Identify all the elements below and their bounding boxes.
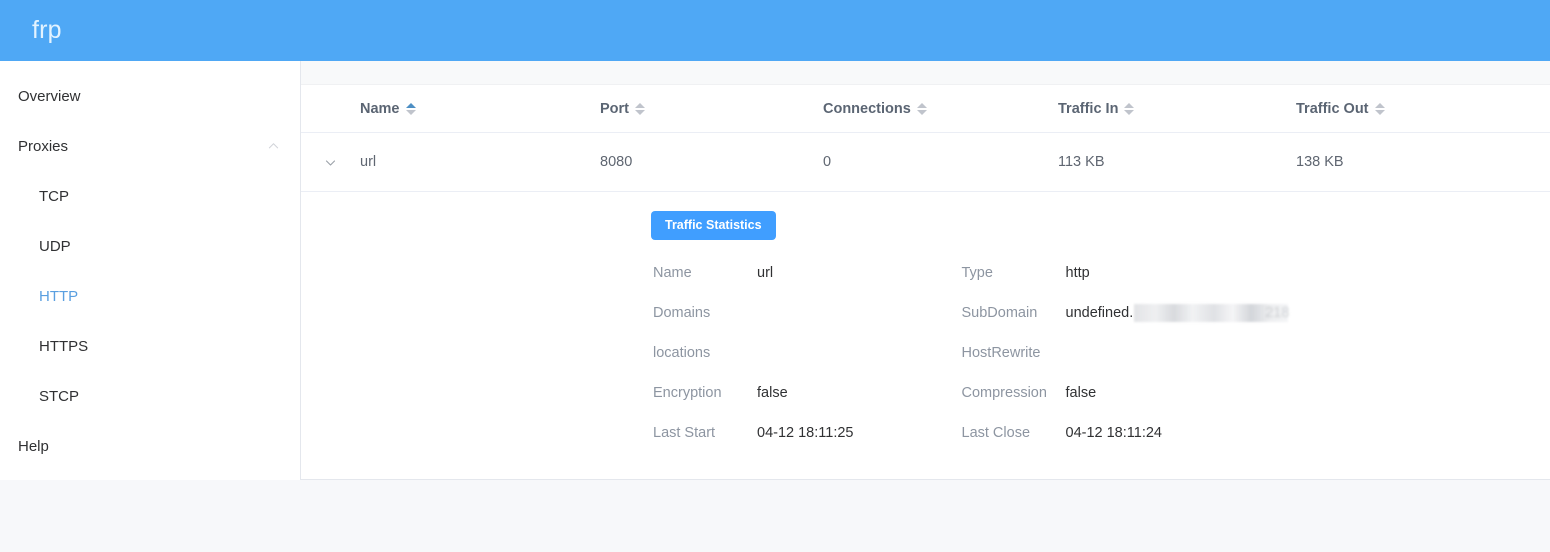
detail-field-subdomain: SubDomain undefined. 218 bbox=[962, 293, 1550, 333]
field-label: Last Start bbox=[653, 425, 716, 441]
sidebar-item-tcp[interactable]: TCP bbox=[0, 171, 300, 221]
sidebar-item-overview[interactable]: Overview bbox=[0, 71, 300, 121]
table-header-port[interactable]: Port bbox=[600, 101, 823, 117]
field-label: HostRewrite bbox=[961, 345, 1041, 361]
main-content: Name Port Connections Traffic In Traffic bbox=[301, 61, 1550, 480]
chevron-down-icon[interactable] bbox=[323, 154, 339, 170]
sidebar-item-label: Proxies bbox=[18, 137, 69, 155]
detail-field-hostrewrite: HostRewrite bbox=[962, 333, 1550, 373]
table-header-traffic-out[interactable]: Traffic Out bbox=[1296, 101, 1546, 117]
field-label: Last Close bbox=[961, 425, 1031, 441]
cell-port: 8080 bbox=[600, 154, 633, 170]
sidebar-item-label: HTTPS bbox=[39, 337, 89, 355]
sidebar-item-udp[interactable]: UDP bbox=[0, 221, 300, 271]
cell-name: url bbox=[360, 154, 377, 170]
sidebar-item-label: STCP bbox=[39, 387, 80, 405]
field-label: Name bbox=[653, 265, 692, 281]
detail-field-compression: Compression false bbox=[962, 373, 1550, 413]
table-header-traffic-in[interactable]: Traffic In bbox=[1058, 101, 1296, 117]
sort-caret-icon[interactable] bbox=[635, 102, 645, 115]
sort-caret-icon[interactable] bbox=[916, 102, 927, 115]
column-label: Name bbox=[360, 100, 400, 117]
table-row[interactable]: url 8080 0 113 KB 138 KB bbox=[301, 133, 1550, 192]
sidebar-item-label: Help bbox=[18, 437, 49, 455]
cell-traffic-out: 138 KB bbox=[1296, 154, 1344, 170]
sidebar-item-label: Overview bbox=[18, 87, 81, 105]
field-value: false bbox=[1065, 385, 1097, 401]
field-value: false bbox=[757, 385, 788, 401]
frp-dashboard: frp Overview Proxies TCP UDP HTTP HTTPS bbox=[0, 0, 1550, 552]
row-expand-cell[interactable] bbox=[301, 154, 360, 170]
detail-field-last-close: Last Close 04-12 18:11:24 bbox=[962, 413, 1550, 453]
redaction-tail-text: 218 bbox=[1265, 305, 1290, 321]
sidebar-item-help[interactable]: Help bbox=[0, 421, 300, 471]
sidebar-item-label: TCP bbox=[39, 187, 69, 205]
sort-caret-icon[interactable] bbox=[405, 102, 416, 115]
sidebar-nav: Overview Proxies TCP UDP HTTP HTTPS STCP bbox=[0, 61, 301, 480]
detail-field-encryption: Encryption false bbox=[653, 373, 926, 413]
sidebar-item-label: UDP bbox=[39, 237, 71, 255]
cell-traffic-in: 113 KB bbox=[1058, 154, 1105, 170]
column-label: Port bbox=[600, 100, 629, 117]
detail-field-last-start: Last Start 04-12 18:11:25 bbox=[653, 413, 926, 453]
chevron-up-icon[interactable] bbox=[268, 141, 279, 152]
row-detail-panel: Traffic Statistics Name url Domains loca… bbox=[301, 192, 1550, 453]
field-value: url bbox=[757, 265, 774, 281]
field-value: undefined. bbox=[1065, 305, 1134, 321]
field-label: locations bbox=[653, 345, 711, 361]
field-label: Domains bbox=[653, 305, 711, 321]
app-header: frp bbox=[0, 0, 1550, 61]
field-value: 04-12 18:11:24 bbox=[1065, 425, 1162, 441]
sidebar-item-stcp[interactable]: STCP bbox=[0, 371, 300, 421]
sort-caret-icon[interactable] bbox=[1374, 102, 1385, 115]
traffic-statistics-button[interactable]: Traffic Statistics bbox=[651, 211, 776, 240]
detail-field-type: Type http bbox=[962, 253, 1550, 293]
field-value: 04-12 18:11:25 bbox=[757, 425, 854, 441]
detail-fields: Name url Domains locations Encryption fa… bbox=[301, 253, 1550, 453]
column-label: Traffic In bbox=[1058, 100, 1119, 117]
app-brand-title: frp bbox=[32, 16, 62, 44]
table-header-row: Name Port Connections Traffic In Traffic bbox=[301, 85, 1550, 133]
column-label: Traffic Out bbox=[1296, 100, 1369, 117]
redacted-region: 218 bbox=[1133, 304, 1290, 322]
field-label: SubDomain bbox=[961, 305, 1038, 321]
sidebar-item-label: HTTP bbox=[39, 287, 79, 305]
table-header-name[interactable]: Name bbox=[360, 101, 600, 117]
field-label: Compression bbox=[961, 385, 1047, 401]
sidebar-item-http[interactable]: HTTP bbox=[0, 271, 300, 321]
sidebar-item-https[interactable]: HTTPS bbox=[0, 321, 300, 371]
sort-caret-icon[interactable] bbox=[1124, 102, 1135, 115]
field-label: Encryption bbox=[653, 385, 722, 401]
field-value: http bbox=[1065, 265, 1090, 281]
detail-field-domains: Domains bbox=[653, 293, 926, 333]
field-label: Type bbox=[961, 265, 993, 281]
field-value-wrapper: undefined. 218 bbox=[1066, 304, 1289, 322]
content-top-strip bbox=[301, 61, 1550, 85]
cell-connections: 0 bbox=[823, 154, 832, 170]
detail-field-locations: locations bbox=[653, 333, 926, 373]
column-label: Connections bbox=[823, 100, 911, 117]
proxies-table: Name Port Connections Traffic In Traffic bbox=[301, 85, 1550, 453]
detail-column-right: Type http SubDomain undefined. 218 HostR… bbox=[926, 253, 1550, 453]
detail-field-name: Name url bbox=[653, 253, 926, 293]
sidebar-item-proxies[interactable]: Proxies bbox=[0, 121, 300, 171]
table-header-connections[interactable]: Connections bbox=[823, 101, 1058, 117]
detail-column-left: Name url Domains locations Encryption fa… bbox=[301, 253, 926, 453]
